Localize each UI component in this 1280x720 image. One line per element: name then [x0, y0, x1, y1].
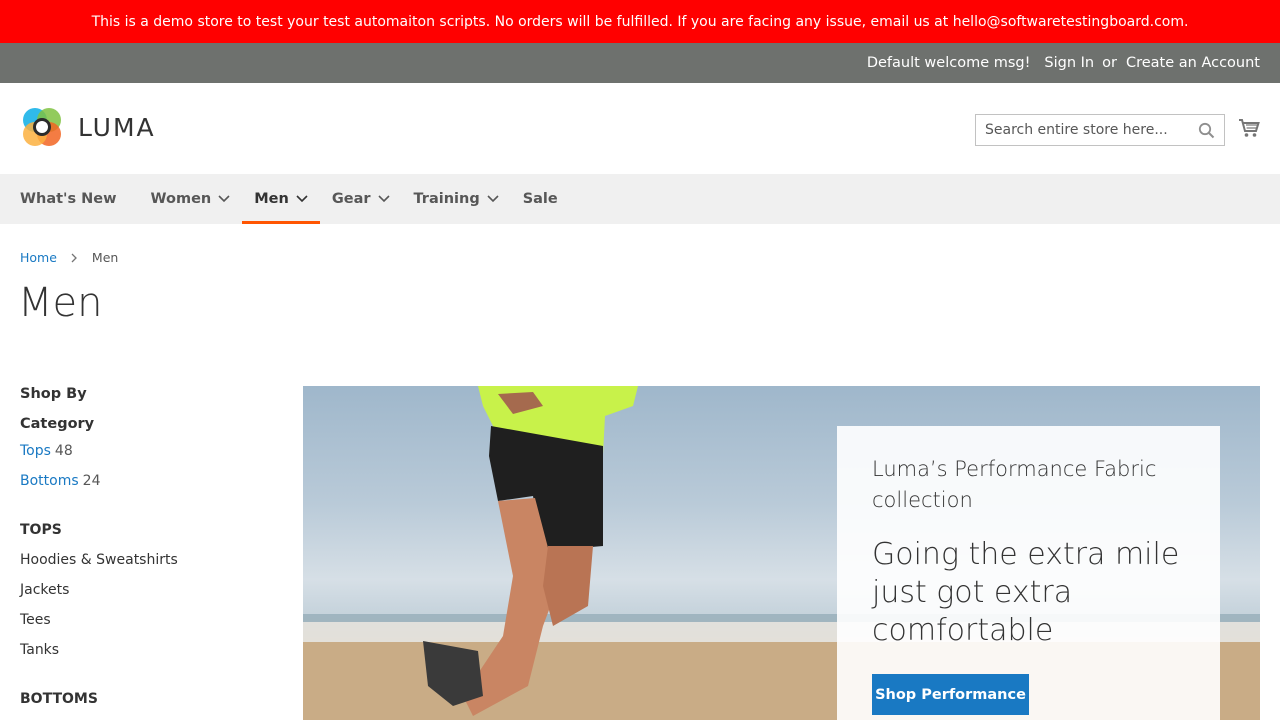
breadcrumb-home-link[interactable]: Home — [20, 250, 57, 265]
chevron-down-icon — [296, 195, 308, 203]
breadcrumb: Home Men — [20, 250, 118, 265]
chevron-down-icon — [377, 195, 390, 203]
demo-notice-bar: This is a demo store to test your test a… — [0, 0, 1280, 43]
sign-in-link[interactable]: Sign In — [1044, 55, 1094, 71]
logo-text: LUMA — [78, 112, 156, 142]
cart-icon[interactable] — [1238, 117, 1260, 139]
hero-card: Luma’s Performance Fabric collection Goi… — [837, 426, 1220, 720]
nav-gear[interactable]: Gear — [320, 174, 402, 224]
nav-label: Women — [150, 191, 212, 207]
filter-label[interactable]: Tops — [20, 443, 51, 459]
category-filter-tops[interactable]: Tops 48 — [20, 436, 280, 466]
demo-notice-text: This is a demo store to test your test a… — [91, 13, 1189, 30]
nav-label: Men — [254, 191, 289, 207]
hero-subtitle: Luma’s Performance Fabric collection — [872, 457, 1157, 512]
filter-label[interactable]: Bottoms — [20, 473, 79, 489]
search-box[interactable] — [975, 114, 1225, 146]
hero-headline: Going the extra mile just got extra comf… — [872, 537, 1180, 648]
bottoms-heading: BOTTOMS — [20, 691, 98, 707]
sidebar-link-tanks[interactable]: Tanks — [20, 635, 280, 665]
sidebar-filters: Shop By Category Tops 48 Bottoms 24 TOPS… — [20, 386, 280, 714]
hero-banner[interactable]: Luma’s Performance Fabric collection Goi… — [303, 386, 1260, 720]
welcome-message: Default welcome msg! — [866, 55, 1031, 71]
or-text: or — [1102, 55, 1117, 71]
luma-logo-icon — [23, 108, 61, 146]
search-input[interactable] — [985, 116, 1195, 144]
nav-men[interactable]: Men — [242, 174, 320, 224]
create-account-link[interactable]: Create an Account — [1126, 55, 1260, 71]
nav-sale[interactable]: Sale — [511, 174, 570, 224]
top-panel: Default welcome msg! Sign In or Create a… — [0, 43, 1280, 83]
chevron-right-icon — [71, 253, 77, 262]
nav-label: What's New — [20, 191, 117, 207]
nav-label: Sale — [522, 191, 558, 207]
sidebar-link-jackets[interactable]: Jackets — [20, 575, 280, 605]
filter-count: 48 — [54, 443, 73, 459]
nav-label: Gear — [331, 191, 371, 207]
site-header: LUMA — [0, 83, 1280, 174]
chevron-down-icon — [218, 195, 230, 203]
filter-count: 24 — [82, 473, 101, 489]
breadcrumb-current: Men — [91, 250, 119, 265]
page-title: Men — [18, 280, 103, 326]
tops-heading: TOPS — [20, 522, 62, 538]
shop-by-title: Shop By — [20, 386, 87, 402]
sidebar-link-hoodies[interactable]: Hoodies & Sweatshirts — [20, 545, 280, 575]
sidebar-link-tees[interactable]: Tees — [20, 605, 280, 635]
shop-performance-button[interactable]: Shop Performance — [872, 674, 1029, 715]
search-icon[interactable] — [1198, 122, 1215, 139]
chevron-down-icon — [487, 195, 499, 203]
nav-training[interactable]: Training — [402, 174, 511, 224]
nav-women[interactable]: Women — [139, 174, 243, 224]
nav-whats-new[interactable]: What's New — [20, 174, 139, 224]
category-label: Category — [20, 416, 95, 432]
category-filter-bottoms[interactable]: Bottoms 24 — [20, 466, 280, 496]
main-navigation: What's New Women Men Gear Training Sale — [0, 174, 1280, 224]
nav-label: Training — [413, 191, 480, 207]
luma-logo[interactable]: LUMA — [20, 105, 156, 149]
